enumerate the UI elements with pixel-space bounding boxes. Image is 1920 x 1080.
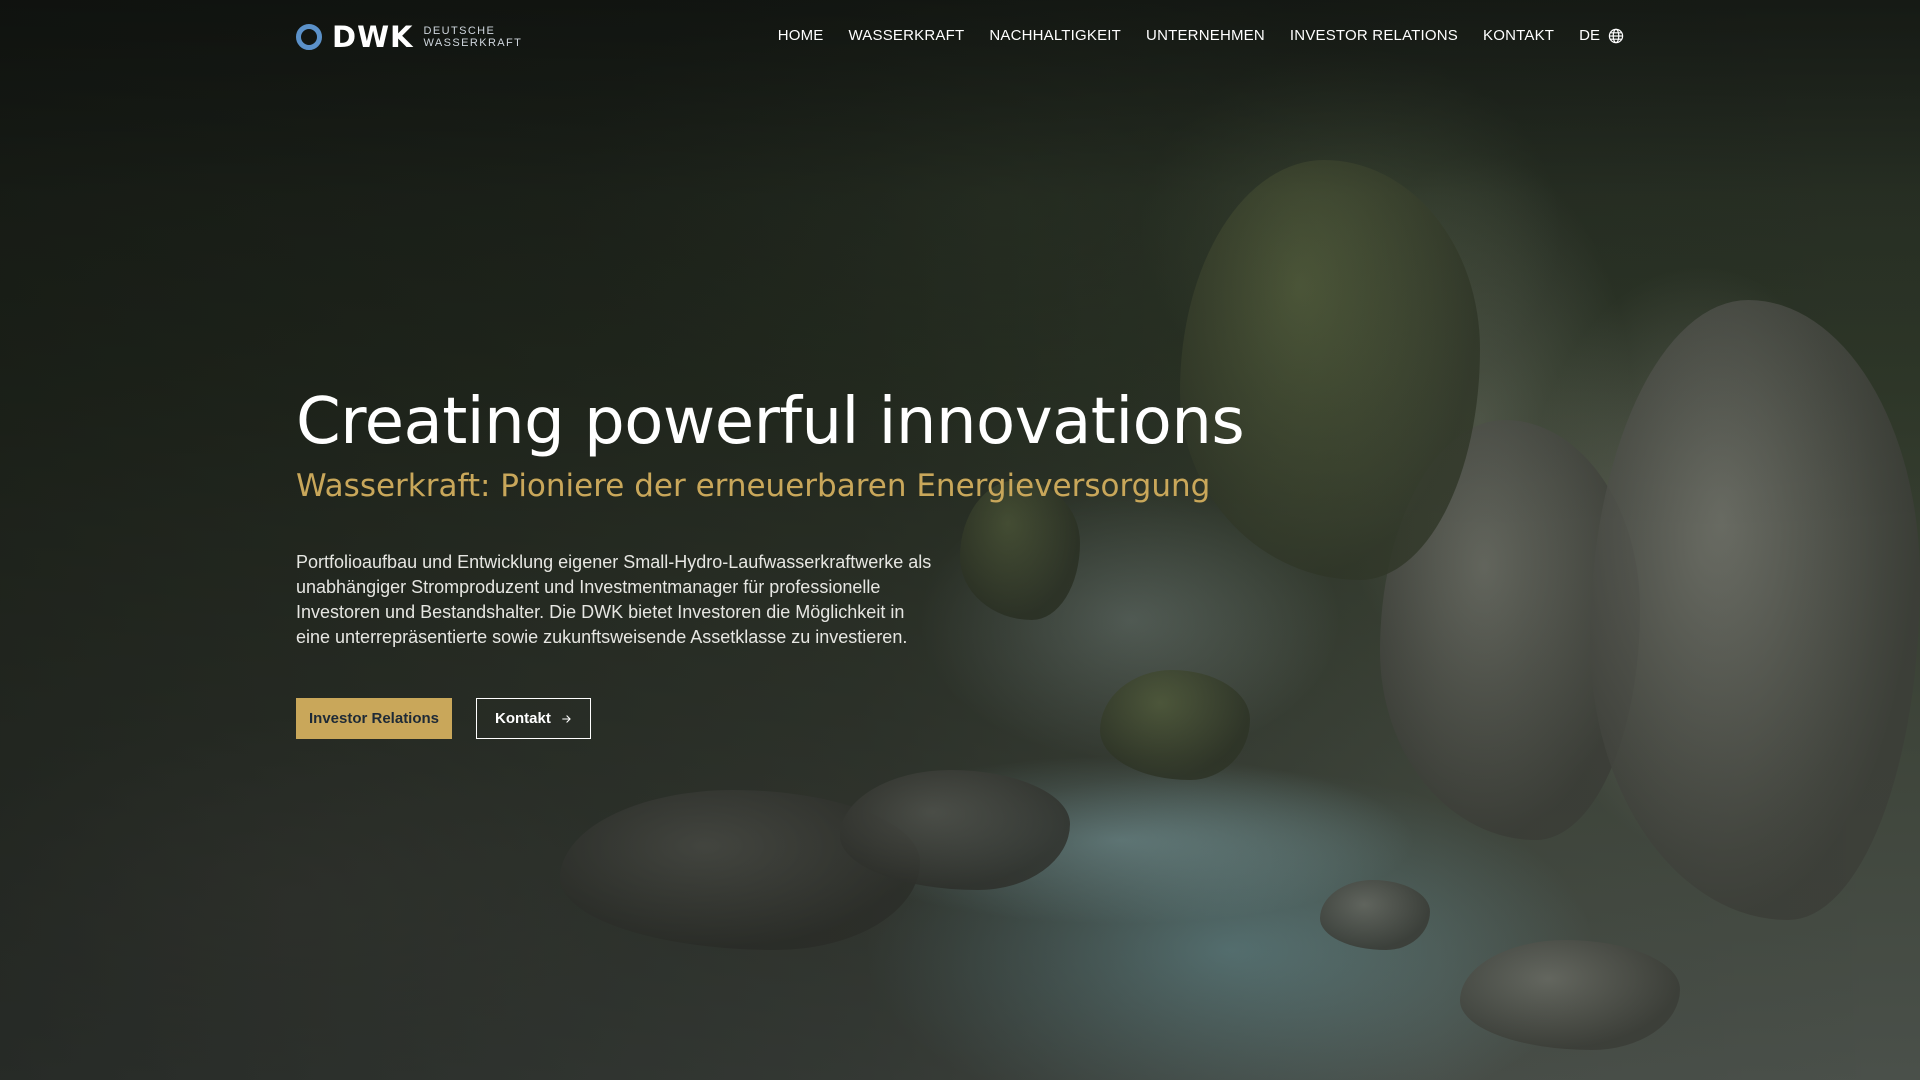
- hero-buttons: Investor Relations Kontakt: [296, 698, 1196, 739]
- logo-subtitle-line-1: DEUTSCHE: [423, 25, 496, 37]
- language-label: DE: [1579, 27, 1600, 44]
- logo-subtitle: DEUTSCHE WASSERKRAFT: [424, 25, 523, 49]
- investor-relations-button-label: Investor Relations: [308, 710, 440, 727]
- nav-item-kontakt[interactable]: KONTAKT: [1483, 26, 1554, 46]
- site-header: DWK DEUTSCHE WASSERKRAFT HOME WASSERKRAF…: [0, 0, 1920, 72]
- logo[interactable]: DWK DEUTSCHE WASSERKRAFT: [296, 20, 523, 54]
- hero-title: Creating powerful innovations: [296, 385, 1245, 459]
- nav-item-investor-relations[interactable]: INVESTOR RELATIONS: [1290, 26, 1458, 46]
- investor-relations-button[interactable]: Investor Relations: [296, 698, 452, 739]
- nav-item-nachhaltigkeit[interactable]: NACHHALTIGKEIT: [989, 26, 1121, 46]
- logo-subtitle-line-2: WASSERKRAFT: [423, 37, 523, 49]
- nav-item-home[interactable]: HOME: [778, 26, 824, 46]
- nav-item-wasserkraft[interactable]: WASSERKRAFT: [849, 26, 965, 46]
- nav-item-unternehmen[interactable]: UNTERNEHMEN: [1146, 26, 1265, 46]
- language-switcher[interactable]: DE: [1579, 26, 1624, 46]
- logo-wordmark: DWK: [332, 20, 414, 54]
- logo-ring-icon: [296, 24, 322, 50]
- globe-icon: [1608, 28, 1624, 44]
- hero-description: Portfolioaufbau und Entwicklung eigener …: [296, 552, 932, 647]
- kontakt-button[interactable]: Kontakt: [476, 698, 591, 739]
- kontakt-button-label: Kontakt: [495, 710, 551, 727]
- page: DWK DEUTSCHE WASSERKRAFT HOME WASSERKRAF…: [0, 0, 1920, 1080]
- arrow-right-icon: [562, 714, 571, 723]
- main-nav: HOME WASSERKRAFT NACHHALTIGKEIT UNTERNEH…: [753, 26, 1624, 46]
- hero-subtitle: Wasserkraft: Pioniere der erneuerbaren E…: [296, 468, 1211, 504]
- hero-section: Creating powerful innovations Wasserkraf…: [296, 380, 1245, 739]
